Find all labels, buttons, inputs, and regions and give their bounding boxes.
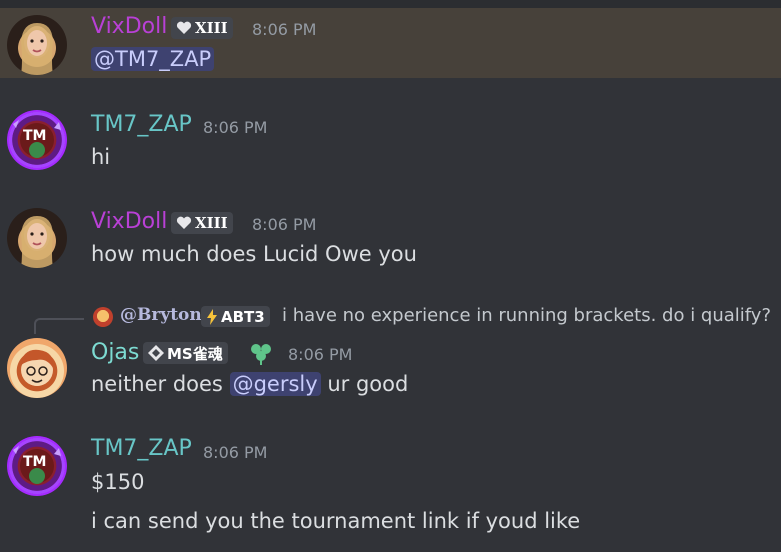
- message-content: @TM7_ZAP: [91, 47, 215, 71]
- message-content: $150: [91, 470, 145, 494]
- svg-text:TM: TM: [23, 454, 46, 470]
- reply-avatar[interactable]: [93, 307, 113, 327]
- username[interactable]: VixDoll: [91, 14, 167, 39]
- user-photo-icon: [21, 216, 53, 268]
- reply-preview-text[interactable]: i have no experience in running brackets…: [282, 305, 771, 326]
- clover-icon[interactable]: [248, 340, 274, 366]
- diamond-icon: [148, 345, 164, 361]
- user-photo-icon: [21, 23, 53, 75]
- role-badge[interactable]: XIII: [171, 212, 233, 234]
- timestamp[interactable]: 8:06 PM: [203, 443, 267, 462]
- role-badge[interactable]: XIII: [171, 17, 233, 39]
- message-content: i can send you the tournament link if yo…: [91, 509, 581, 533]
- badge-label: XIII: [195, 214, 228, 232]
- badge-label: ABT3: [221, 307, 265, 326]
- message-content: neither does @gersly ur good: [91, 372, 408, 396]
- username[interactable]: TM7_ZAP: [91, 112, 192, 137]
- timestamp[interactable]: 8:06 PM: [203, 118, 267, 137]
- username[interactable]: Ojas: [91, 340, 139, 365]
- message-content: how much does Lucid Owe you: [91, 242, 417, 266]
- heart-icon: [176, 216, 192, 229]
- avatar[interactable]: [7, 338, 67, 398]
- svg-text:TM: TM: [23, 128, 46, 144]
- timestamp[interactable]: 8:06 PM: [252, 215, 316, 234]
- lightning-icon: [207, 308, 217, 325]
- user-logo-icon: TM: [13, 446, 61, 484]
- username[interactable]: TM7_ZAP: [91, 436, 192, 461]
- timestamp[interactable]: 8:06 PM: [288, 345, 352, 364]
- user-drawing-icon: [20, 349, 54, 386]
- badge-label: XIII: [195, 19, 228, 37]
- heart-icon: [176, 21, 192, 34]
- message-text: ur good: [327, 372, 409, 396]
- reply-role-badge[interactable]: ABT3: [201, 306, 270, 327]
- role-badge[interactable]: MS雀魂: [143, 342, 228, 364]
- user-mention[interactable]: @gersly: [229, 372, 321, 396]
- username[interactable]: VixDoll: [91, 209, 167, 234]
- avatar[interactable]: TM: [7, 110, 67, 170]
- top-bar: [0, 0, 781, 8]
- avatar[interactable]: [7, 15, 67, 75]
- badge-label: MS雀魂: [167, 344, 223, 363]
- message-text: neither does: [91, 372, 223, 396]
- user-logo-icon: TM: [13, 120, 61, 158]
- message-content: hi: [91, 145, 111, 169]
- reply-connector: [34, 318, 84, 334]
- avatar[interactable]: [7, 208, 67, 268]
- avatar[interactable]: TM: [7, 436, 67, 496]
- reply-author[interactable]: @Bryton: [120, 305, 202, 325]
- timestamp[interactable]: 8:06 PM: [252, 20, 316, 39]
- user-mention[interactable]: @TM7_ZAP: [91, 47, 215, 71]
